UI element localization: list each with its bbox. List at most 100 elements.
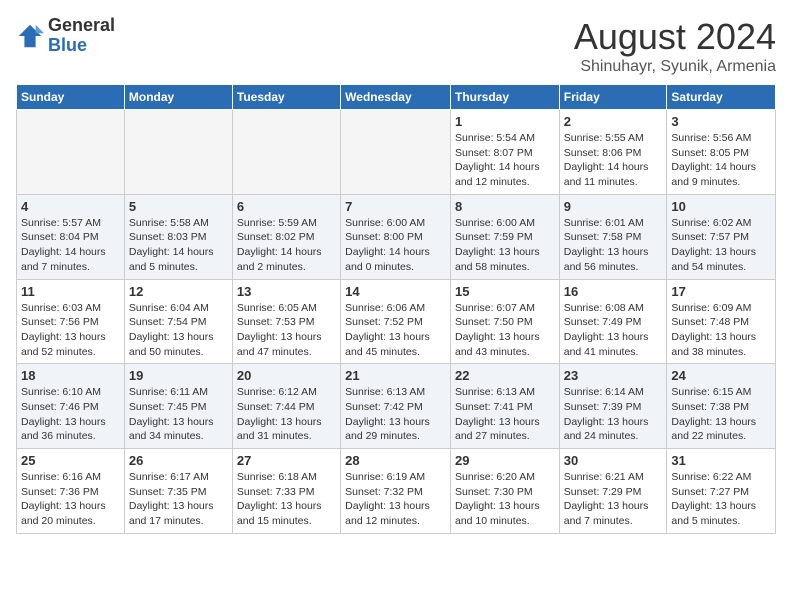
calendar-day-cell: 13 Sunrise: 6:05 AMSunset: 7:53 PMDayligh… <box>232 279 340 364</box>
day-info: Sunrise: 6:14 AMSunset: 7:39 PMDaylight:… <box>564 385 663 444</box>
day-number: 5 <box>129 199 228 214</box>
day-info: Sunrise: 6:02 AMSunset: 7:57 PMDaylight:… <box>671 216 771 275</box>
day-number: 13 <box>237 284 336 299</box>
day-info: Sunrise: 5:58 AMSunset: 8:03 PMDaylight:… <box>129 216 228 275</box>
calendar-day-cell: 23 Sunrise: 6:14 AMSunset: 7:39 PMDayligh… <box>559 364 667 449</box>
day-info: Sunrise: 6:11 AMSunset: 7:45 PMDaylight:… <box>129 385 228 444</box>
calendar-day-cell: 4Sunrise: 5:57 AMSunset: 8:04 PMDaylight… <box>17 194 125 279</box>
calendar-day-cell: 12 Sunrise: 6:04 AMSunset: 7:54 PMDayligh… <box>124 279 232 364</box>
calendar-day-cell: 5 Sunrise: 5:58 AMSunset: 8:03 PMDaylight… <box>124 194 232 279</box>
calendar-day-cell: 15Sunrise: 6:07 AMSunset: 7:50 PMDayligh… <box>450 279 559 364</box>
day-number: 29 <box>455 453 555 468</box>
day-number: 6 <box>237 199 336 214</box>
calendar-day-cell: 9 Sunrise: 6:01 AMSunset: 7:58 PMDaylight… <box>559 194 667 279</box>
calendar-day-cell: 7 Sunrise: 6:00 AMSunset: 8:00 PMDaylight… <box>341 194 451 279</box>
day-info: Sunrise: 6:13 AMSunset: 7:41 PMDaylight:… <box>455 385 555 444</box>
day-number: 18 <box>21 368 120 383</box>
day-number: 22 <box>455 368 555 383</box>
calendar-day-cell: 24Sunrise: 6:15 AMSunset: 7:38 PMDayligh… <box>667 364 776 449</box>
day-number: 4 <box>21 199 120 214</box>
page-header: General Blue August 2024 Shinuhayr, Syun… <box>16 16 776 76</box>
day-number: 19 <box>129 368 228 383</box>
logo-blue-text: Blue <box>48 36 115 56</box>
title-area: August 2024 Shinuhayr, Syunik, Armenia <box>574 16 776 76</box>
day-number: 7 <box>345 199 446 214</box>
weekday-header: Saturday <box>667 85 776 110</box>
day-number: 24 <box>671 368 771 383</box>
day-number: 23 <box>564 368 663 383</box>
calendar-day-cell: 2Sunrise: 5:55 AMSunset: 8:06 PMDaylight… <box>559 110 667 195</box>
day-number: 31 <box>671 453 771 468</box>
day-info: Sunrise: 6:17 AMSunset: 7:35 PMDaylight:… <box>129 470 228 529</box>
calendar-day-cell: 27 Sunrise: 6:18 AMSunset: 7:33 PMDayligh… <box>232 449 340 534</box>
calendar-day-cell <box>124 110 232 195</box>
day-number: 27 <box>237 453 336 468</box>
day-number: 25 <box>21 453 120 468</box>
calendar-day-cell: 21Sunrise: 6:13 AMSunset: 7:42 PMDayligh… <box>341 364 451 449</box>
day-info: Sunrise: 6:04 AMSunset: 7:54 PMDaylight:… <box>129 301 228 360</box>
weekday-header: Thursday <box>450 85 559 110</box>
calendar-day-cell: 10 Sunrise: 6:02 AMSunset: 7:57 PMDayligh… <box>667 194 776 279</box>
logo: General Blue <box>16 16 115 56</box>
calendar-week-row: 18Sunrise: 6:10 AMSunset: 7:46 PMDayligh… <box>17 364 776 449</box>
day-info: Sunrise: 6:00 AMSunset: 7:59 PMDaylight:… <box>455 216 555 275</box>
logo-icon <box>16 22 44 50</box>
day-number: 11 <box>21 284 120 299</box>
day-number: 3 <box>671 114 771 129</box>
day-info: Sunrise: 6:07 AMSunset: 7:50 PMDaylight:… <box>455 301 555 360</box>
day-info: Sunrise: 6:13 AMSunset: 7:42 PMDaylight:… <box>345 385 446 444</box>
day-number: 17 <box>671 284 771 299</box>
month-title: August 2024 <box>574 16 776 58</box>
calendar-day-cell: 26 Sunrise: 6:17 AMSunset: 7:35 PMDayligh… <box>124 449 232 534</box>
weekday-header-row: SundayMondayTuesdayWednesdayThursdayFrid… <box>17 85 776 110</box>
day-number: 20 <box>237 368 336 383</box>
calendar-day-cell: 20 Sunrise: 6:12 AMSunset: 7:44 PMDayligh… <box>232 364 340 449</box>
calendar-day-cell <box>341 110 451 195</box>
day-number: 10 <box>671 199 771 214</box>
day-info: Sunrise: 6:03 AMSunset: 7:56 PMDaylight:… <box>21 301 120 360</box>
calendar-day-cell: 14Sunrise: 6:06 AMSunset: 7:52 PMDayligh… <box>341 279 451 364</box>
day-info: Sunrise: 6:00 AMSunset: 8:00 PMDaylight:… <box>345 216 446 275</box>
location-subtitle: Shinuhayr, Syunik, Armenia <box>574 58 776 76</box>
day-info: Sunrise: 6:12 AMSunset: 7:44 PMDaylight:… <box>237 385 336 444</box>
day-info: Sunrise: 6:16 AMSunset: 7:36 PMDaylight:… <box>21 470 120 529</box>
calendar-day-cell: 31 Sunrise: 6:22 AMSunset: 7:27 PMDayligh… <box>667 449 776 534</box>
calendar-day-cell: 22 Sunrise: 6:13 AMSunset: 7:41 PMDayligh… <box>450 364 559 449</box>
calendar-week-row: 1Sunrise: 5:54 AMSunset: 8:07 PMDaylight… <box>17 110 776 195</box>
day-info: Sunrise: 6:06 AMSunset: 7:52 PMDaylight:… <box>345 301 446 360</box>
day-info: Sunrise: 6:08 AMSunset: 7:49 PMDaylight:… <box>564 301 663 360</box>
weekday-header: Sunday <box>17 85 125 110</box>
calendar-day-cell: 29 Sunrise: 6:20 AMSunset: 7:30 PMDayligh… <box>450 449 559 534</box>
day-number: 8 <box>455 199 555 214</box>
day-info: Sunrise: 6:21 AMSunset: 7:29 PMDaylight:… <box>564 470 663 529</box>
day-info: Sunrise: 6:19 AMSunset: 7:32 PMDaylight:… <box>345 470 446 529</box>
calendar-day-cell: 16Sunrise: 6:08 AMSunset: 7:49 PMDayligh… <box>559 279 667 364</box>
calendar-day-cell: 3 Sunrise: 5:56 AMSunset: 8:05 PMDaylight… <box>667 110 776 195</box>
day-number: 30 <box>564 453 663 468</box>
day-info: Sunrise: 5:56 AMSunset: 8:05 PMDaylight:… <box>671 131 771 190</box>
day-info: Sunrise: 5:59 AMSunset: 8:02 PMDaylight:… <box>237 216 336 275</box>
day-info: Sunrise: 6:22 AMSunset: 7:27 PMDaylight:… <box>671 470 771 529</box>
day-info: Sunrise: 6:05 AMSunset: 7:53 PMDaylight:… <box>237 301 336 360</box>
calendar-day-cell: 1Sunrise: 5:54 AMSunset: 8:07 PMDaylight… <box>450 110 559 195</box>
calendar-day-cell <box>17 110 125 195</box>
day-number: 12 <box>129 284 228 299</box>
weekday-header: Wednesday <box>341 85 451 110</box>
day-info: Sunrise: 6:09 AMSunset: 7:48 PMDaylight:… <box>671 301 771 360</box>
calendar-day-cell: 17 Sunrise: 6:09 AMSunset: 7:48 PMDayligh… <box>667 279 776 364</box>
weekday-header: Friday <box>559 85 667 110</box>
calendar-table: SundayMondayTuesdayWednesdayThursdayFrid… <box>16 84 776 534</box>
day-number: 1 <box>455 114 555 129</box>
day-info: Sunrise: 6:20 AMSunset: 7:30 PMDaylight:… <box>455 470 555 529</box>
day-info: Sunrise: 6:18 AMSunset: 7:33 PMDaylight:… <box>237 470 336 529</box>
day-info: Sunrise: 6:01 AMSunset: 7:58 PMDaylight:… <box>564 216 663 275</box>
calendar-day-cell: 19 Sunrise: 6:11 AMSunset: 7:45 PMDayligh… <box>124 364 232 449</box>
calendar-day-cell: 25 Sunrise: 6:16 AMSunset: 7:36 PMDayligh… <box>17 449 125 534</box>
calendar-day-cell: 30 Sunrise: 6:21 AMSunset: 7:29 PMDayligh… <box>559 449 667 534</box>
calendar-day-cell: 11 Sunrise: 6:03 AMSunset: 7:56 PMDayligh… <box>17 279 125 364</box>
calendar-day-cell: 8 Sunrise: 6:00 AMSunset: 7:59 PMDaylight… <box>450 194 559 279</box>
day-number: 26 <box>129 453 228 468</box>
day-number: 9 <box>564 199 663 214</box>
calendar-day-cell <box>232 110 340 195</box>
logo-general-text: General <box>48 16 115 36</box>
